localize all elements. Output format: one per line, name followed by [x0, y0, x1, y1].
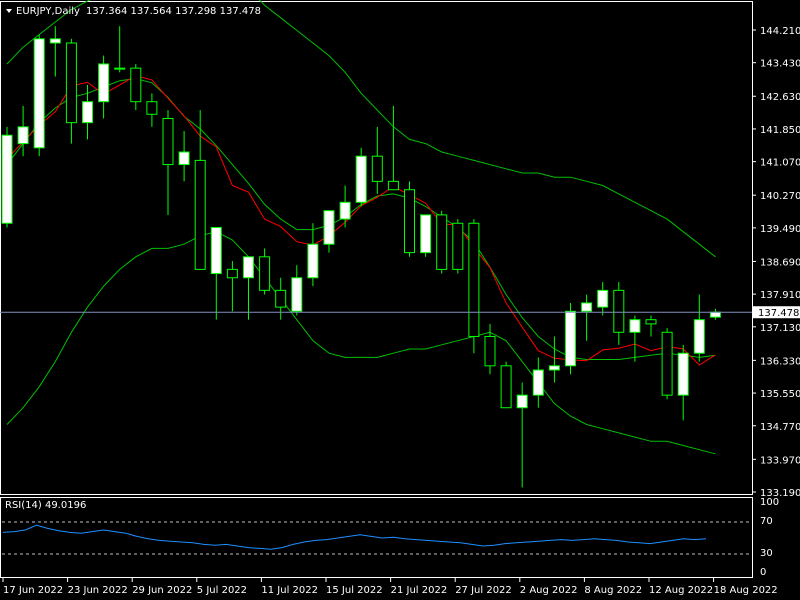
- candle-body-bull: [98, 63, 110, 103]
- rsi-tick-label: 0: [760, 567, 766, 578]
- date-tick-label: 12 Aug 2022: [649, 585, 713, 596]
- candle-body-bull: [82, 101, 93, 124]
- candle-body-bull: [693, 319, 705, 354]
- candle-body-bear: [162, 117, 174, 166]
- candle-body-bear: [645, 319, 657, 325]
- price-tick-label: 141.070: [760, 158, 800, 169]
- candle-body-bull: [597, 289, 609, 308]
- candle: [661, 328, 673, 400]
- candle: [436, 210, 448, 274]
- candle-body-bull: [307, 243, 319, 279]
- candle-body-bull: [548, 365, 560, 371]
- price-tick-label: 138.690: [760, 257, 800, 268]
- rsi-label: RSI(14) 49.0196: [5, 500, 86, 511]
- price-tick-label: 134.770: [760, 422, 800, 433]
- candle-body-bull: [114, 67, 126, 70]
- candle: [452, 219, 464, 274]
- price-tick-label: 142.630: [760, 92, 800, 103]
- date-tick-label: 18 Aug 2022: [714, 585, 778, 596]
- candle-body-bull: [581, 302, 593, 312]
- candle-body-bear: [484, 335, 496, 367]
- candle-body-bull: [516, 394, 528, 409]
- candle-body-bull: [243, 256, 254, 279]
- candle-body-bear: [468, 222, 480, 337]
- price-axis: 144.210 143.430 142.630 141.850 141.070 140.2…: [752, 26, 800, 499]
- candle: [1, 126, 13, 228]
- candle: [355, 147, 367, 207]
- candle-body-bull: [323, 210, 335, 245]
- candle-body-bear: [130, 67, 142, 103]
- candle: [468, 219, 480, 354]
- candle: [33, 34, 45, 157]
- rsi-tick-label: 100: [760, 497, 779, 508]
- candle-body-bull: [709, 311, 721, 318]
- price-tick-label: 140.270: [760, 191, 800, 202]
- candle-body-bear: [661, 331, 673, 396]
- date-tick-label: 21 Jul 2022: [391, 585, 448, 596]
- candle-body-bull: [420, 214, 432, 254]
- price-tick-label: 139.490: [760, 224, 800, 235]
- date-tick-label: 27 Jul 2022: [455, 585, 512, 596]
- candle-body-bull: [532, 369, 544, 396]
- candle-body-bear: [500, 365, 512, 409]
- rsi-tick-label: 70: [760, 516, 773, 527]
- price-tick-label: 144.210: [760, 26, 800, 37]
- date-tick-label: 2 Aug 2022: [520, 585, 578, 596]
- candle-body-bear: [371, 155, 383, 182]
- price-tick-label: 137.130: [760, 323, 800, 334]
- price-tick-label: 141.850: [760, 125, 800, 136]
- date-tick-label: 23 Jun 2022: [68, 585, 128, 596]
- candle-body-bull: [49, 38, 61, 44]
- candle: [565, 302, 576, 375]
- date-tick-label: 11 Jul 2022: [261, 585, 318, 596]
- candle-body-bull: [178, 151, 190, 166]
- candle-body-bull: [355, 155, 367, 203]
- candle-body-bear: [613, 289, 625, 333]
- candle-body-bear: [65, 42, 77, 124]
- candle-body-bull: [339, 201, 351, 220]
- current-price-label: 137.478: [758, 308, 799, 319]
- candle: [404, 181, 415, 257]
- date-tick-label: 29 Jun 2022: [132, 585, 192, 596]
- chart: 137.478 144.210 143.430 142.630 141.850 141.…: [0, 0, 800, 600]
- ohlc-header: 137.364 137.564 137.298 137.478: [86, 6, 261, 17]
- candle: [500, 361, 512, 409]
- candle-body-bull: [1, 134, 13, 224]
- symbol-label: EURJPY,Daily: [16, 6, 80, 17]
- rsi-tick-label: 30: [760, 548, 773, 559]
- candle-body-bear: [452, 222, 464, 270]
- candle-body-bull: [565, 310, 576, 367]
- candle-body-bull: [210, 226, 222, 275]
- candle-body-bull: [17, 126, 29, 145]
- candle-body-bear: [275, 289, 287, 308]
- candle-body-bull: [291, 277, 303, 312]
- candle-body-bull: [33, 38, 45, 149]
- candle-body-bear: [146, 101, 158, 115]
- candle: [420, 214, 432, 257]
- price-tick-label: 143.430: [760, 59, 800, 70]
- candle-body-bear: [387, 180, 399, 191]
- candle-body-bear: [436, 214, 448, 270]
- date-tick-label: 5 Jul 2022: [197, 585, 247, 596]
- price-tick-label: 137.910: [760, 290, 800, 301]
- candle-body-bull: [677, 352, 689, 396]
- candle-body-bear: [226, 268, 238, 279]
- price-tick-label: 136.330: [760, 356, 800, 367]
- candle-body-bear: [404, 189, 415, 254]
- date-tick-label: 15 Jul 2022: [326, 585, 383, 596]
- candle-body-bear: [194, 159, 206, 270]
- candle-body-bull: [629, 319, 641, 333]
- price-tick-label: 133.970: [760, 455, 800, 466]
- date-tick-label: 17 Jun 2022: [3, 585, 63, 596]
- candle-body-bear: [259, 256, 271, 291]
- date-tick-label: 8 Aug 2022: [584, 585, 642, 596]
- price-tick-label: 135.550: [760, 389, 800, 400]
